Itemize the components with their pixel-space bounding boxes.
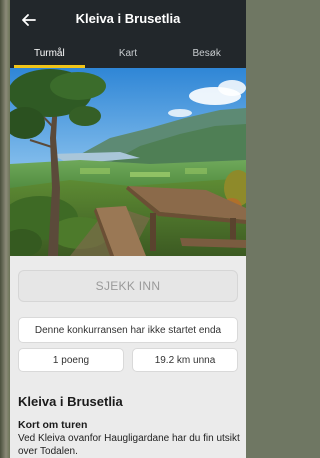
trip-description: Ved Kleiva ovanfor Haugligardane har du … [18, 433, 240, 457]
distance-badge: 19.2 km unna [132, 348, 238, 372]
app-header: Kleiva i Brusetlia Turmål Kart Besøk [10, 0, 246, 68]
landscape-image [10, 68, 246, 256]
points-badge: 1 poeng [18, 348, 124, 372]
tab-bar: Turmål Kart Besøk [10, 42, 246, 68]
check-in-button[interactable]: SJEKK INN [18, 270, 238, 302]
destination-details: SJEKK INN Denne konkurransen har ikke st… [10, 256, 246, 458]
app-screen: Kleiva i Brusetlia Turmål Kart Besøk SJE… [10, 0, 246, 458]
destination-photo [10, 68, 246, 256]
tab-besok[interactable]: Besøk [167, 42, 246, 68]
competition-notice: Denne konkurransen har ikke startet enda [18, 317, 238, 343]
section-heading: Kort om turen [18, 419, 88, 431]
page-title: Kleiva i Brusetlia [75, 11, 181, 26]
destination-title: Kleiva i Brusetlia [18, 394, 123, 409]
tab-turmal[interactable]: Turmål [10, 42, 89, 68]
tab-kart[interactable]: Kart [89, 42, 168, 68]
